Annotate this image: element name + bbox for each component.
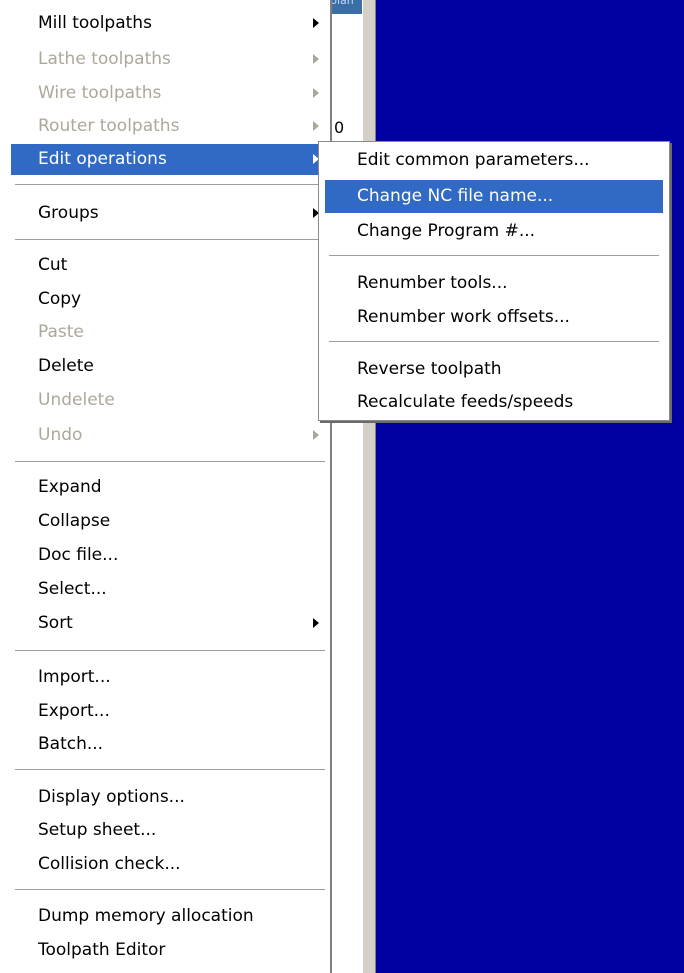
submenu-item-reverse-toolpath[interactable]: Reverse toolpath (325, 353, 663, 386)
submenu-item-renumber-tools[interactable]: Renumber tools... (325, 267, 663, 300)
menu-item-label: Paste (38, 322, 84, 342)
submenu-item-change-program-number[interactable]: Change Program #... (325, 215, 663, 248)
menu-item-doc-file[interactable]: Doc file... (11, 540, 329, 571)
menu-separator (15, 184, 325, 186)
menu-item-setup-sheet[interactable]: Setup sheet... (11, 815, 329, 846)
menu-item-dump-memory-allocation[interactable]: Dump memory allocation (11, 901, 329, 932)
submenu-item-label: Recalculate feeds/speeds (357, 392, 574, 412)
menu-item-label: Collapse (38, 511, 111, 531)
menu-item-label: Mill toolpaths (38, 13, 152, 33)
menu-item-toolpath-editor[interactable]: Toolpath Editor (11, 935, 329, 966)
menu-item-label: Wire toolpaths (38, 83, 162, 103)
menu-item-cut[interactable]: Cut (11, 250, 329, 281)
menu-item-label: Edit operations (38, 149, 167, 169)
menu-item-label: Export... (38, 701, 110, 721)
partial-number-label: 0 (334, 118, 345, 137)
submenu-arrow-icon (313, 618, 319, 628)
menu-item-label: Import... (38, 667, 111, 687)
menu-item-label: Delete (38, 356, 94, 376)
menu-separator (15, 239, 325, 241)
menu-item-groups[interactable]: Groups (11, 198, 329, 229)
menu-separator (15, 889, 325, 891)
menu-item-undelete[interactable]: Undelete (11, 385, 329, 416)
context-menu: Mill toolpaths Lathe toolpaths Wire tool… (10, 0, 332, 973)
submenu-item-label: Renumber work offsets... (357, 307, 570, 327)
edit-operations-submenu: Edit common parameters... Change NC file… (318, 141, 670, 421)
menu-item-lathe-toolpaths[interactable]: Lathe toolpaths (11, 44, 329, 75)
menu-item-display-options[interactable]: Display options... (11, 782, 329, 813)
menu-item-label: Batch... (38, 734, 104, 754)
menu-item-collapse[interactable]: Collapse (11, 506, 329, 537)
menu-item-export[interactable]: Export... (11, 696, 329, 727)
menu-item-label: Cut (38, 255, 68, 275)
submenu-separator (329, 255, 659, 257)
submenu-arrow-icon (313, 430, 319, 440)
menu-item-collision-check[interactable]: Collision check... (11, 849, 329, 880)
menu-item-label: Router toolpaths (38, 116, 180, 136)
menu-item-label: Sort (38, 613, 73, 633)
menu-item-label: Dump memory allocation (38, 906, 254, 926)
menu-separator (15, 769, 325, 771)
submenu-arrow-icon (313, 18, 319, 28)
menu-item-label: Undo (38, 425, 83, 445)
submenu-arrow-icon (313, 54, 319, 64)
submenu-arrow-icon (313, 121, 319, 131)
menu-item-label: Doc file... (38, 545, 119, 565)
menu-item-label: Groups (38, 203, 99, 223)
menu-item-batch[interactable]: Batch... (11, 729, 329, 760)
menu-item-label: Display options... (38, 787, 185, 807)
menu-separator (15, 650, 325, 652)
menu-item-copy[interactable]: Copy (11, 284, 329, 315)
menu-item-label: Lathe toolpaths (38, 49, 171, 69)
menu-item-label: Copy (38, 289, 82, 309)
menu-separator (15, 461, 325, 463)
menu-item-label: Expand (38, 477, 102, 497)
menu-item-label: Setup sheet... (38, 820, 157, 840)
submenu-item-change-nc-file-name[interactable]: Change NC file name... (325, 180, 663, 213)
submenu-arrow-icon (313, 88, 319, 98)
menu-item-mill-toolpaths[interactable]: Mill toolpaths (11, 8, 329, 39)
submenu-item-recalculate-feeds-speeds[interactable]: Recalculate feeds/speeds (325, 386, 663, 419)
menu-item-import[interactable]: Import... (11, 662, 329, 693)
menu-item-delete[interactable]: Delete (11, 351, 329, 382)
menu-item-paste[interactable]: Paste (11, 317, 329, 348)
submenu-item-label: Edit common parameters... (357, 150, 590, 170)
menu-item-undo[interactable]: Undo (11, 420, 329, 451)
menu-item-sort[interactable]: Sort (11, 608, 329, 639)
submenu-item-label: Renumber tools... (357, 273, 508, 293)
submenu-item-label: Reverse toolpath (357, 359, 502, 379)
menu-item-expand[interactable]: Expand (11, 472, 329, 503)
submenu-item-renumber-work-offsets[interactable]: Renumber work offsets... (325, 301, 663, 334)
submenu-item-label: Change Program #... (357, 221, 536, 241)
menu-item-label: Collision check... (38, 854, 181, 874)
menu-item-router-toolpaths[interactable]: Router toolpaths (11, 111, 329, 142)
menu-item-edit-operations[interactable]: Edit operations (11, 144, 329, 175)
menu-item-label: Select... (38, 579, 107, 599)
menu-item-label: Toolpath Editor (38, 940, 166, 960)
submenu-item-edit-common-parameters[interactable]: Edit common parameters... (325, 144, 663, 177)
submenu-separator (329, 341, 659, 343)
header-strip-text: plan (330, 0, 354, 7)
menu-item-select[interactable]: Select... (11, 574, 329, 605)
submenu-item-label: Change NC file name... (357, 186, 554, 206)
menu-item-label: Undelete (38, 390, 115, 410)
menu-item-wire-toolpaths[interactable]: Wire toolpaths (11, 78, 329, 109)
